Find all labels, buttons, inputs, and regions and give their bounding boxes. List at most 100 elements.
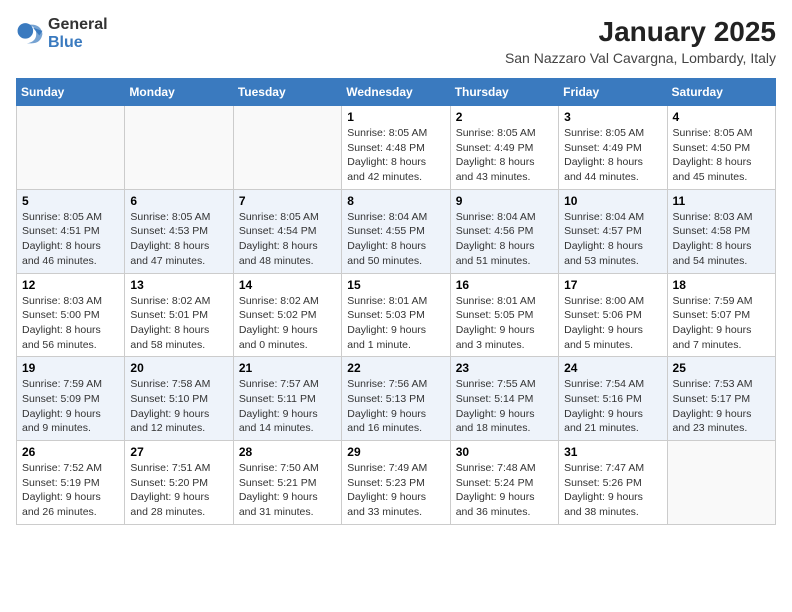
day-info-28: Sunrise: 7:50 AM Sunset: 5:21 PM Dayligh… (239, 461, 336, 520)
logo-text: General Blue (48, 16, 108, 51)
calendar-cell-w2-d1: 6 Sunrise: 8:05 AM Sunset: 4:53 PM Daylig… (125, 189, 233, 273)
logo: General Blue (16, 16, 108, 51)
calendar-cell-w3-d6: 18Sunrise: 7:59 AM Sunset: 5:07 PM Dayli… (667, 273, 775, 357)
calendar-cell-w3-d3: 15 Sunrise: 8:01 AM Sunset: 5:03 PM Dayli… (342, 273, 450, 357)
day-number-31: 31 (564, 445, 661, 459)
day-info-18: Sunrise: 7:59 AM Sunset: 5:07 PM Dayligh… (673, 294, 770, 353)
day-number-21: 21 (239, 361, 336, 375)
calendar-row-2: 5 Sunrise: 8:05 AM Sunset: 4:51 PM Daylig… (17, 189, 776, 273)
day-info-19: Sunrise: 7:59 AM Sunset: 5:09 PM Dayligh… (22, 377, 119, 436)
day-info-15: Sunrise: 8:01 AM Sunset: 5:03 PM Dayligh… (347, 294, 444, 353)
col-tuesday: Tuesday (233, 79, 341, 106)
day-number-12: 12 (22, 278, 119, 292)
calendar-row-5: 26Sunrise: 7:52 AM Sunset: 5:19 PM Dayli… (17, 441, 776, 525)
day-info-9: Sunrise: 8:04 AM Sunset: 4:56 PM Dayligh… (456, 210, 553, 269)
col-saturday: Saturday (667, 79, 775, 106)
logo-icon (16, 20, 44, 48)
day-info-11: Sunrise: 8:03 AM Sunset: 4:58 PM Dayligh… (673, 210, 770, 269)
day-info-21: Sunrise: 7:57 AM Sunset: 5:11 PM Dayligh… (239, 377, 336, 436)
calendar-table: Sunday Monday Tuesday Wednesday Thursday… (16, 78, 776, 525)
calendar-cell-w2-d0: 5 Sunrise: 8:05 AM Sunset: 4:51 PM Daylig… (17, 189, 125, 273)
day-info-4: Sunrise: 8:05 AM Sunset: 4:50 PM Dayligh… (673, 126, 770, 185)
day-number-29: 29 (347, 445, 444, 459)
calendar-row-3: 12 Sunrise: 8:03 AM Sunset: 5:00 PM Dayli… (17, 273, 776, 357)
day-number-25: 25 (673, 361, 770, 375)
day-info-2: Sunrise: 8:05 AM Sunset: 4:49 PM Dayligh… (456, 126, 553, 185)
day-info-7: Sunrise: 8:05 AM Sunset: 4:54 PM Dayligh… (239, 210, 336, 269)
calendar-cell-w5-d2: 28 Sunrise: 7:50 AM Sunset: 5:21 PM Dayli… (233, 441, 341, 525)
day-info-27: Sunrise: 7:51 AM Sunset: 5:20 PM Dayligh… (130, 461, 227, 520)
day-number-7: 7 (239, 194, 336, 208)
day-number-15: 15 (347, 278, 444, 292)
day-number-28: 28 (239, 445, 336, 459)
calendar-cell-w5-d1: 27Sunrise: 7:51 AM Sunset: 5:20 PM Dayli… (125, 441, 233, 525)
day-info-6: Sunrise: 8:05 AM Sunset: 4:53 PM Dayligh… (130, 210, 227, 269)
day-number-8: 8 (347, 194, 444, 208)
day-info-25: Sunrise: 7:53 AM Sunset: 5:17 PM Dayligh… (673, 377, 770, 436)
day-number-9: 9 (456, 194, 553, 208)
day-info-31: Sunrise: 7:47 AM Sunset: 5:26 PM Dayligh… (564, 461, 661, 520)
day-info-20: Sunrise: 7:58 AM Sunset: 5:10 PM Dayligh… (130, 377, 227, 436)
day-info-12: Sunrise: 8:03 AM Sunset: 5:00 PM Dayligh… (22, 294, 119, 353)
calendar-cell-w2-d3: 8 Sunrise: 8:04 AM Sunset: 4:55 PM Daylig… (342, 189, 450, 273)
page-header: General Blue January 2025 San Nazzaro Va… (16, 16, 776, 66)
day-info-10: Sunrise: 8:04 AM Sunset: 4:57 PM Dayligh… (564, 210, 661, 269)
header-row: Sunday Monday Tuesday Wednesday Thursday… (17, 79, 776, 106)
calendar-cell-w1-d3: 1 Sunrise: 8:05 AM Sunset: 4:48 PM Daylig… (342, 106, 450, 190)
day-number-17: 17 (564, 278, 661, 292)
calendar-cell-w2-d4: 9 Sunrise: 8:04 AM Sunset: 4:56 PM Daylig… (450, 189, 558, 273)
col-monday: Monday (125, 79, 233, 106)
calendar-cell-w2-d5: 10Sunrise: 8:04 AM Sunset: 4:57 PM Dayli… (559, 189, 667, 273)
day-number-1: 1 (347, 110, 444, 124)
calendar-body: 1 Sunrise: 8:05 AM Sunset: 4:48 PM Daylig… (17, 106, 776, 525)
calendar-cell-w3-d5: 17 Sunrise: 8:00 AM Sunset: 5:06 PM Dayli… (559, 273, 667, 357)
calendar-cell-w1-d1 (125, 106, 233, 190)
day-info-17: Sunrise: 8:00 AM Sunset: 5:06 PM Dayligh… (564, 294, 661, 353)
day-number-13: 13 (130, 278, 227, 292)
calendar-row-1: 1 Sunrise: 8:05 AM Sunset: 4:48 PM Daylig… (17, 106, 776, 190)
day-info-8: Sunrise: 8:04 AM Sunset: 4:55 PM Dayligh… (347, 210, 444, 269)
day-number-30: 30 (456, 445, 553, 459)
calendar-cell-w4-d5: 24 Sunrise: 7:54 AM Sunset: 5:16 PM Dayli… (559, 357, 667, 441)
calendar-header: Sunday Monday Tuesday Wednesday Thursday… (17, 79, 776, 106)
day-number-22: 22 (347, 361, 444, 375)
calendar-cell-w5-d0: 26Sunrise: 7:52 AM Sunset: 5:19 PM Dayli… (17, 441, 125, 525)
logo-general: General (48, 16, 108, 34)
day-info-30: Sunrise: 7:48 AM Sunset: 5:24 PM Dayligh… (456, 461, 553, 520)
month-title: January 2025 (505, 16, 776, 48)
calendar-cell-w4-d6: 25 Sunrise: 7:53 AM Sunset: 5:17 PM Dayli… (667, 357, 775, 441)
location-subtitle: San Nazzaro Val Cavargna, Lombardy, Ital… (505, 50, 776, 66)
calendar-cell-w1-d4: 2 Sunrise: 8:05 AM Sunset: 4:49 PM Daylig… (450, 106, 558, 190)
day-number-24: 24 (564, 361, 661, 375)
day-info-1: Sunrise: 8:05 AM Sunset: 4:48 PM Dayligh… (347, 126, 444, 185)
logo-blue: Blue (48, 34, 108, 52)
col-friday: Friday (559, 79, 667, 106)
calendar-cell-w5-d3: 29Sunrise: 7:49 AM Sunset: 5:23 PM Dayli… (342, 441, 450, 525)
day-number-4: 4 (673, 110, 770, 124)
day-info-26: Sunrise: 7:52 AM Sunset: 5:19 PM Dayligh… (22, 461, 119, 520)
day-info-24: Sunrise: 7:54 AM Sunset: 5:16 PM Dayligh… (564, 377, 661, 436)
calendar-cell-w3-d4: 16 Sunrise: 8:01 AM Sunset: 5:05 PM Dayli… (450, 273, 558, 357)
day-number-19: 19 (22, 361, 119, 375)
calendar-cell-w5-d6 (667, 441, 775, 525)
day-number-5: 5 (22, 194, 119, 208)
calendar-cell-w2-d6: 11Sunrise: 8:03 AM Sunset: 4:58 PM Dayli… (667, 189, 775, 273)
day-number-6: 6 (130, 194, 227, 208)
day-number-14: 14 (239, 278, 336, 292)
calendar-cell-w5-d5: 31 Sunrise: 7:47 AM Sunset: 5:26 PM Dayli… (559, 441, 667, 525)
day-info-16: Sunrise: 8:01 AM Sunset: 5:05 PM Dayligh… (456, 294, 553, 353)
day-info-13: Sunrise: 8:02 AM Sunset: 5:01 PM Dayligh… (130, 294, 227, 353)
calendar-cell-w4-d0: 19 Sunrise: 7:59 AM Sunset: 5:09 PM Dayli… (17, 357, 125, 441)
col-wednesday: Wednesday (342, 79, 450, 106)
calendar-cell-w4-d4: 23Sunrise: 7:55 AM Sunset: 5:14 PM Dayli… (450, 357, 558, 441)
day-info-5: Sunrise: 8:05 AM Sunset: 4:51 PM Dayligh… (22, 210, 119, 269)
calendar-cell-w4-d3: 22Sunrise: 7:56 AM Sunset: 5:13 PM Dayli… (342, 357, 450, 441)
title-area: January 2025 San Nazzaro Val Cavargna, L… (505, 16, 776, 66)
calendar-cell-w4-d1: 20Sunrise: 7:58 AM Sunset: 5:10 PM Dayli… (125, 357, 233, 441)
calendar-cell-w5-d4: 30 Sunrise: 7:48 AM Sunset: 5:24 PM Dayli… (450, 441, 558, 525)
calendar-cell-w1-d5: 3Sunrise: 8:05 AM Sunset: 4:49 PM Daylig… (559, 106, 667, 190)
day-info-14: Sunrise: 8:02 AM Sunset: 5:02 PM Dayligh… (239, 294, 336, 353)
day-number-2: 2 (456, 110, 553, 124)
day-number-16: 16 (456, 278, 553, 292)
calendar-cell-w3-d1: 13 Sunrise: 8:02 AM Sunset: 5:01 PM Dayli… (125, 273, 233, 357)
